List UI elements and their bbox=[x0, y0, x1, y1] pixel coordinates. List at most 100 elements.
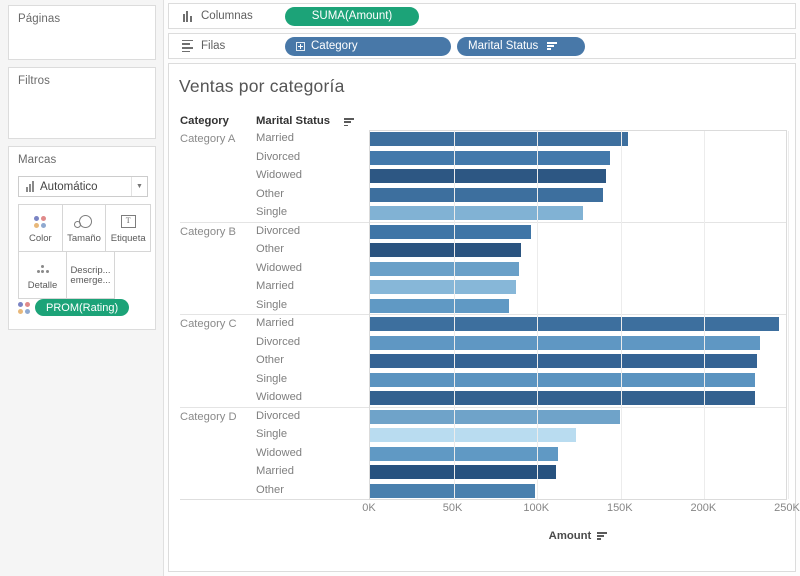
row-label[interactable]: Married bbox=[256, 280, 294, 292]
bar-mark[interactable] bbox=[369, 169, 607, 183]
marks-tooltip-button[interactable]: Descrip... emerge... bbox=[66, 251, 115, 299]
row-label[interactable]: Divorced bbox=[256, 151, 300, 163]
table-row[interactable]: Single bbox=[180, 371, 787, 390]
bar-mark[interactable] bbox=[369, 409, 620, 424]
bar-mark[interactable] bbox=[369, 206, 584, 220]
marks-detail-button[interactable]: Detalle bbox=[18, 251, 67, 299]
row-label[interactable]: Other bbox=[256, 484, 284, 496]
rows-shelf[interactable]: Filas Category Marital Status bbox=[168, 33, 796, 59]
table-row[interactable]: Divorced bbox=[180, 334, 787, 353]
bar-mark[interactable] bbox=[369, 372, 756, 387]
table-row[interactable]: Single bbox=[180, 204, 787, 223]
rows-shelf-label: Filas bbox=[201, 40, 226, 52]
sort-icon[interactable] bbox=[344, 118, 354, 127]
bar-track bbox=[369, 149, 787, 168]
mark-type-dropdown[interactable]: Automático ▼ bbox=[18, 176, 148, 197]
row-label[interactable]: Widowed bbox=[256, 447, 302, 459]
table-row[interactable]: Married bbox=[180, 463, 787, 482]
bar-mark[interactable] bbox=[369, 335, 761, 350]
marks-color-button[interactable]: Color bbox=[18, 204, 63, 252]
table-row[interactable]: Widowed bbox=[180, 445, 787, 464]
row-label[interactable]: Other bbox=[256, 354, 284, 366]
bar-mark[interactable] bbox=[369, 317, 779, 331]
row-label[interactable]: Single bbox=[256, 299, 287, 311]
column-header-marital-status[interactable]: Marital Status bbox=[256, 115, 330, 127]
table-row[interactable]: Other bbox=[180, 186, 787, 205]
pages-shelf[interactable]: Páginas bbox=[8, 5, 156, 60]
pill-marital-status[interactable]: Marital Status bbox=[457, 36, 585, 56]
axis-tick-label: 0K bbox=[362, 502, 376, 514]
plus-box-icon[interactable] bbox=[296, 41, 305, 51]
page-title: Ventas por categoría bbox=[179, 76, 345, 96]
table-row[interactable]: Single bbox=[180, 297, 787, 316]
table-row[interactable]: Married bbox=[180, 278, 787, 297]
column-header-category[interactable]: Category bbox=[180, 115, 229, 127]
bar-mark[interactable] bbox=[369, 150, 610, 165]
row-label[interactable]: Married bbox=[256, 132, 294, 144]
row-label[interactable]: Divorced bbox=[256, 410, 300, 422]
bar-mark[interactable] bbox=[369, 132, 629, 146]
marks-size-button[interactable]: Tamaño bbox=[61, 204, 107, 252]
row-label[interactable]: Other bbox=[256, 188, 284, 200]
table-row[interactable]: Divorced bbox=[180, 149, 787, 168]
table-row[interactable]: Other bbox=[180, 241, 787, 260]
detail-dots-icon bbox=[36, 258, 49, 279]
bar-mark[interactable] bbox=[369, 261, 520, 276]
row-label[interactable]: Married bbox=[256, 317, 294, 329]
row-label[interactable]: Divorced bbox=[256, 336, 300, 348]
columns-shelf-pills: SUMA(Amount) bbox=[285, 6, 419, 26]
axis-tick-label: 100K bbox=[523, 502, 550, 514]
row-label[interactable]: Single bbox=[256, 428, 287, 440]
table-row[interactable]: Married bbox=[180, 315, 787, 334]
bar-mark[interactable] bbox=[369, 224, 532, 239]
table-row[interactable]: Other bbox=[180, 352, 787, 371]
row-label[interactable]: Married bbox=[256, 465, 294, 477]
visualization-pane[interactable]: Ventas por categoría Category Marital St… bbox=[168, 63, 800, 572]
row-label[interactable]: Other bbox=[256, 243, 284, 255]
table-row[interactable]: Other bbox=[180, 482, 787, 501]
bar-mark[interactable] bbox=[369, 354, 757, 368]
bar-track bbox=[369, 389, 787, 408]
row-list: Divorced Single Widowed Married Other bbox=[180, 408, 787, 501]
bar-mark[interactable] bbox=[369, 483, 535, 498]
row-label[interactable]: Widowed bbox=[256, 262, 302, 274]
table-row[interactable]: Married bbox=[180, 130, 787, 149]
bar-mark[interactable] bbox=[369, 465, 557, 479]
row-label[interactable]: Single bbox=[256, 206, 287, 218]
bar-track bbox=[369, 445, 787, 464]
row-label[interactable]: Widowed bbox=[256, 391, 302, 403]
chart-rows-area: Category A Married Divorced Widowed Other Sin… bbox=[180, 130, 787, 500]
bar-mark[interactable] bbox=[369, 428, 577, 442]
table-row[interactable]: Widowed bbox=[180, 167, 787, 186]
chevron-down-icon[interactable]: ▼ bbox=[131, 177, 147, 196]
marks-color-label: Color bbox=[29, 233, 52, 245]
bar-mark[interactable] bbox=[369, 243, 522, 257]
marks-label-label: Etiqueta bbox=[110, 233, 146, 245]
bar-track bbox=[369, 186, 787, 205]
pill-category[interactable]: Category bbox=[285, 36, 451, 56]
x-axis-title[interactable]: Amount bbox=[369, 530, 787, 542]
table-row[interactable]: Divorced bbox=[180, 223, 787, 242]
bar-mark[interactable] bbox=[369, 391, 756, 405]
columns-shelf[interactable]: Columnas SUMA(Amount) bbox=[168, 3, 796, 29]
pages-shelf-title: Páginas bbox=[18, 13, 61, 25]
table-row[interactable]: Widowed bbox=[180, 389, 787, 408]
marks-label-button[interactable]: T Etiqueta bbox=[105, 204, 152, 252]
table-row[interactable]: Widowed bbox=[180, 260, 787, 279]
marks-color-pill[interactable]: PROM(Rating) bbox=[35, 299, 130, 316]
sort-icon[interactable] bbox=[547, 41, 558, 51]
filters-shelf[interactable]: Filtros bbox=[8, 67, 156, 139]
marks-card[interactable]: Marcas Automático ▼ Color Tamaño T Etiqu… bbox=[8, 146, 156, 330]
bar-mark[interactable] bbox=[369, 298, 510, 313]
bar-mark[interactable] bbox=[369, 187, 604, 202]
row-label[interactable]: Divorced bbox=[256, 225, 300, 237]
row-label[interactable]: Single bbox=[256, 373, 287, 385]
bar-mark[interactable] bbox=[369, 280, 517, 294]
table-row[interactable]: Divorced bbox=[180, 408, 787, 427]
sort-icon[interactable] bbox=[597, 531, 608, 541]
bar-mark[interactable] bbox=[369, 446, 558, 461]
row-label[interactable]: Widowed bbox=[256, 169, 302, 181]
table-row[interactable]: Single bbox=[180, 426, 787, 445]
x-axis[interactable]: 0K 50K 100K 150K 200K 250K bbox=[362, 502, 800, 522]
pill-suma-amount[interactable]: SUMA(Amount) bbox=[285, 6, 419, 26]
